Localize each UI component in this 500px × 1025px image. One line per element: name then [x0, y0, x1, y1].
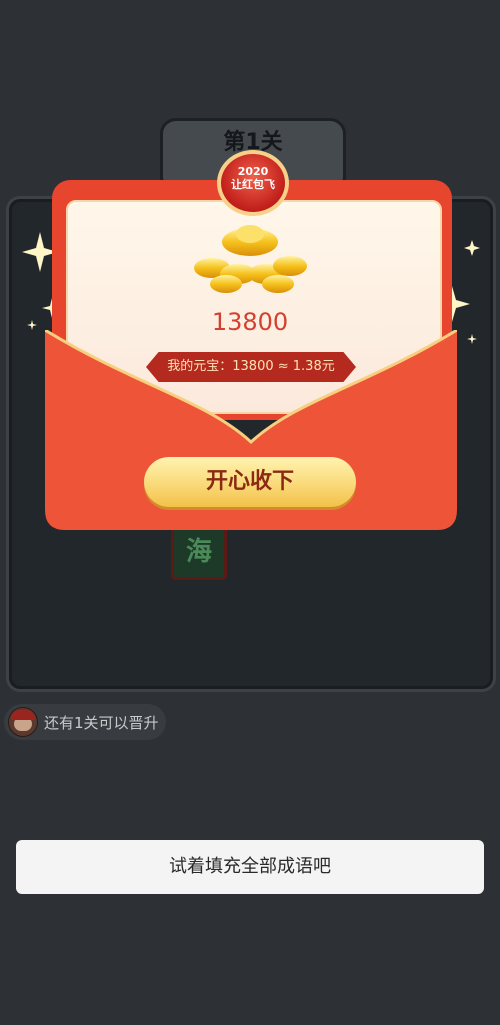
- gold-ingot-icon: [194, 225, 307, 293]
- accept-reward-button[interactable]: 开心收下: [144, 457, 356, 507]
- sparkle-icon: [464, 240, 480, 256]
- sparkle-icon: [27, 320, 37, 330]
- event-badge: 2020 让红包飞: [217, 150, 289, 216]
- badge-subtitle: 让红包飞: [231, 178, 275, 191]
- badge-year: 2020: [237, 165, 269, 178]
- sparkle-icon: [467, 334, 477, 344]
